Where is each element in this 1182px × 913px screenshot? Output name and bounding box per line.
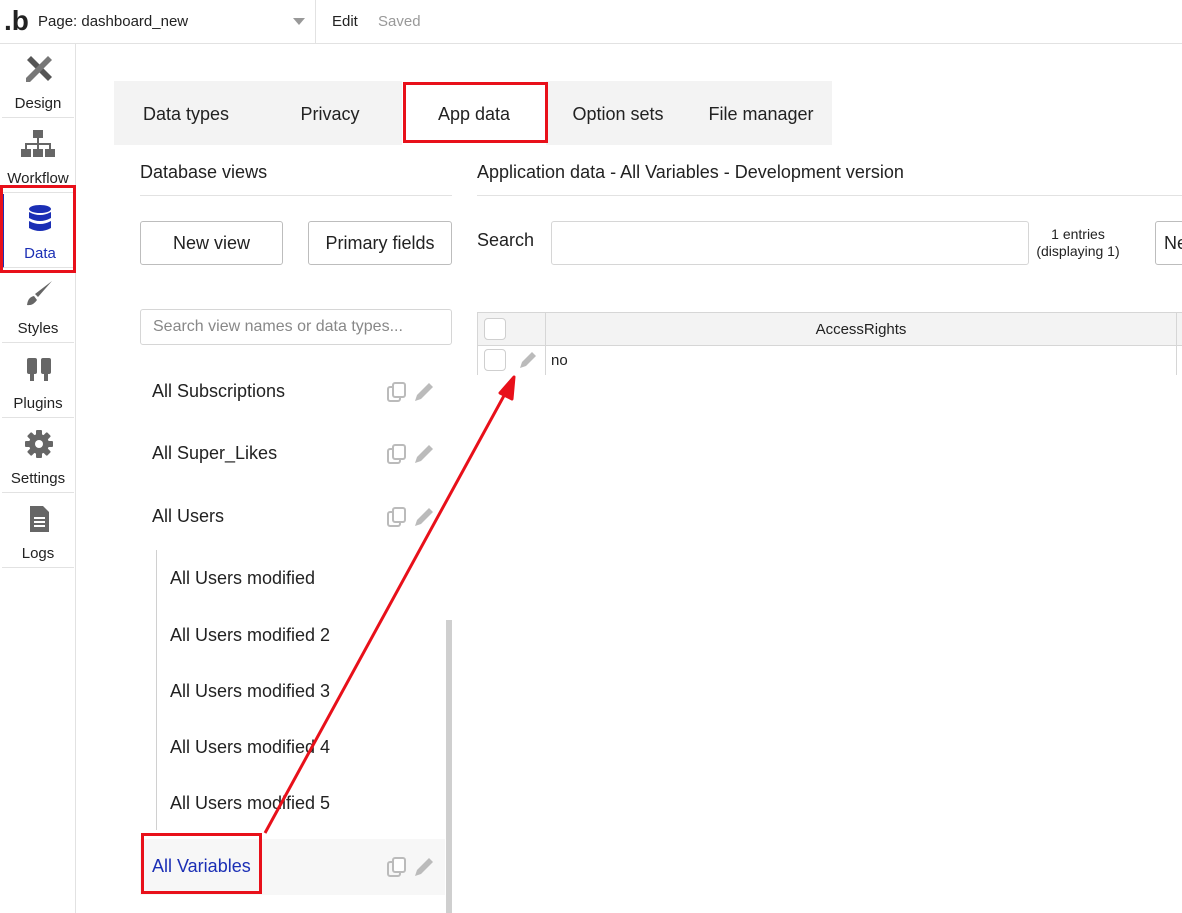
tab-file-manager[interactable]: File manager xyxy=(690,81,832,145)
top-bar: .b Page: dashboard_new Edit Saved xyxy=(0,0,1182,44)
chevron-down-icon[interactable] xyxy=(293,18,305,25)
copy-icon xyxy=(387,857,406,877)
list-item[interactable]: All Users modified 5 xyxy=(170,793,330,814)
sidebar-item-label: Styles xyxy=(17,320,59,337)
sidebar-item-styles[interactable]: Styles xyxy=(2,269,74,343)
sidebar-item-label: Plugins xyxy=(13,395,63,412)
sidebar-item-design[interactable]: Design xyxy=(2,44,74,118)
sidebar-item-label: Logs xyxy=(21,545,55,562)
scrollbar[interactable] xyxy=(446,620,452,913)
pencil-icon xyxy=(415,508,433,526)
database-views-title: Database views xyxy=(140,162,268,182)
list-item[interactable]: All Users modified 3 xyxy=(170,681,330,702)
view-name: All Super_Likes xyxy=(152,443,278,463)
sidebar-item-label: Workflow xyxy=(7,170,69,187)
view-name: All Subscriptions xyxy=(152,381,286,401)
pencil-icon[interactable] xyxy=(518,351,538,369)
column-header[interactable]: AccessRights xyxy=(546,321,1176,338)
left-sidebar: Design Workflow Data Styles Plugins Sett… xyxy=(0,44,76,913)
entries-displaying: (displaying 1) xyxy=(1036,243,1120,259)
brush-icon xyxy=(27,281,52,306)
pencil-icon xyxy=(415,858,433,876)
list-item[interactable]: All Users modified 4 xyxy=(170,737,330,758)
sidebar-item-label: Design xyxy=(14,95,62,112)
sidebar-item-settings[interactable]: Settings xyxy=(2,419,74,493)
sidebar-item-plugins[interactable]: Plugins xyxy=(2,344,74,418)
primary-fields-button[interactable]: Primary fields xyxy=(308,221,452,265)
design-icon xyxy=(26,56,52,82)
sidebar-item-logs[interactable]: Logs xyxy=(2,494,74,568)
plug-icon xyxy=(27,358,51,381)
pencil-icon xyxy=(415,383,433,401)
copy-icon xyxy=(387,507,406,527)
divider xyxy=(140,195,452,196)
tab-privacy[interactable]: Privacy xyxy=(258,81,402,145)
data-table: AccessRights no xyxy=(477,312,1182,375)
data-tabs: Data types Privacy App data Option sets … xyxy=(114,81,832,145)
page-selector-label: Page: dashboard_new xyxy=(38,13,189,30)
list-item[interactable]: All Super_Likes xyxy=(140,426,445,482)
new-view-button[interactable]: New view xyxy=(140,221,283,265)
app-data-title: Application data - All Variables - Devel… xyxy=(477,162,904,182)
sidebar-item-label: Data xyxy=(24,245,56,262)
table-row[interactable]: no xyxy=(478,346,1182,375)
view-actions xyxy=(387,857,435,879)
view-actions xyxy=(387,444,435,466)
view-actions xyxy=(387,382,435,404)
page-selector[interactable]: Page: dashboard_new xyxy=(38,0,316,44)
search-views-input[interactable] xyxy=(140,309,452,345)
table-cell[interactable]: no xyxy=(551,352,568,369)
list-item[interactable]: All Users modified xyxy=(170,568,315,589)
database-icon xyxy=(29,205,51,231)
workflow-icon xyxy=(21,130,55,157)
column-divider xyxy=(545,313,546,375)
tree-connector xyxy=(156,550,157,830)
tab-data-types[interactable]: Data types xyxy=(114,81,258,145)
tab-option-sets[interactable]: Option sets xyxy=(546,81,690,145)
view-actions xyxy=(387,507,435,529)
column-divider xyxy=(1176,313,1177,375)
pencil-icon xyxy=(415,445,433,463)
save-status: Saved xyxy=(378,13,421,30)
divider xyxy=(477,195,1182,196)
list-item[interactable]: All Subscriptions xyxy=(140,364,445,420)
sidebar-item-label: Settings xyxy=(10,470,66,487)
sidebar-item-data[interactable]: Data xyxy=(2,194,74,268)
entries-count: 1 entries (displaying 1) xyxy=(1032,226,1124,260)
entries-total: 1 entries xyxy=(1051,226,1105,242)
tab-app-data[interactable]: App data xyxy=(402,81,546,145)
table-header: AccessRights xyxy=(478,313,1182,346)
document-icon xyxy=(30,506,49,532)
copy-icon xyxy=(387,444,406,464)
bubble-logo[interactable]: .b xyxy=(4,6,29,36)
list-item-selected[interactable]: All Variables xyxy=(140,839,445,895)
view-name: All Variables xyxy=(152,856,251,876)
list-item[interactable]: All Users modified 2 xyxy=(170,625,330,646)
select-all-checkbox[interactable] xyxy=(484,318,506,340)
view-name: All Users xyxy=(152,506,225,526)
sidebar-item-workflow[interactable]: Workflow xyxy=(2,119,74,193)
row-checkbox[interactable] xyxy=(484,349,506,371)
list-item[interactable]: All Users xyxy=(140,489,445,545)
gear-icon xyxy=(25,430,53,458)
edit-menu[interactable]: Edit xyxy=(332,13,358,30)
search-label: Search xyxy=(477,230,535,250)
new-entry-button[interactable]: Ne xyxy=(1155,221,1182,265)
search-input[interactable] xyxy=(551,221,1029,265)
copy-icon xyxy=(387,382,406,402)
